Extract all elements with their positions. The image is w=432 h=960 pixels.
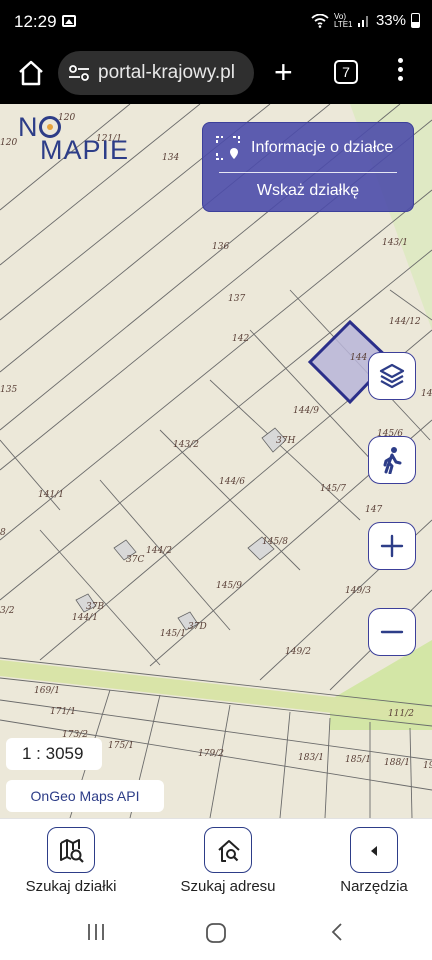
layers-icon — [379, 363, 405, 389]
divider — [219, 172, 397, 173]
parcel-select-icon — [216, 136, 240, 160]
parcel-label: 185/1 — [345, 755, 371, 765]
home-icon[interactable] — [16, 58, 46, 88]
parcel-label: 147 — [365, 505, 382, 515]
parcel-label: 8 — [0, 528, 6, 538]
parcel-label: 149/3 — [345, 586, 371, 596]
parcel-label: 142 — [232, 334, 249, 344]
parcel-label: 19 — [423, 761, 432, 771]
parcel-info-button[interactable]: Informacje o działce — [215, 135, 393, 161]
parcel-label: 144/9 — [293, 406, 319, 416]
url-text: portal-krajowy.pl — [98, 62, 235, 83]
parcel-label: 188/1 — [384, 758, 410, 768]
parcel-label: 135 — [0, 385, 17, 395]
parcel-label: 175/1 — [108, 741, 134, 751]
layers-button[interactable] — [368, 352, 416, 400]
parcel-info-title: Informacje o działce — [251, 139, 394, 156]
parcel-label: 149/2 — [285, 647, 311, 657]
parcel-label: 37H — [276, 436, 295, 446]
search-parcel-label: Szukaj działki — [25, 878, 117, 895]
status-indicators: Vo) LTE1 33% — [311, 12, 420, 29]
tools-button[interactable]: Narzędzia — [309, 827, 432, 895]
parcel-label: 37D — [188, 622, 207, 632]
back-nav-icon[interactable] — [328, 922, 348, 942]
plus-icon — [380, 534, 404, 558]
status-time: 12:29 — [14, 12, 57, 31]
image-notification-icon — [62, 15, 76, 27]
system-nav-bar — [0, 902, 432, 960]
parcel-info-panel: Informacje o działce Wskaż działkę — [202, 122, 414, 212]
point-parcel-button[interactable]: Wskaż działkę — [203, 182, 413, 200]
parcel-label: 111/2 — [388, 709, 414, 719]
home-nav-icon[interactable] — [205, 922, 227, 944]
tools-label: Narzędzia — [340, 878, 408, 895]
parcel-label: 171/1 — [50, 707, 76, 717]
recent-apps-icon[interactable] — [86, 922, 106, 942]
parcel-label: 37B — [86, 602, 104, 612]
parcel-label: 37C — [126, 555, 144, 565]
parcel-label: 145/9 — [216, 581, 242, 591]
site-settings-icon[interactable] — [68, 64, 90, 82]
zoom-out-button[interactable] — [368, 608, 416, 656]
map-search-icon — [60, 839, 84, 863]
parcel-label: 136 — [212, 242, 229, 252]
parcel-label: 145/1 — [160, 629, 186, 639]
parcel-label: 169/1 — [34, 686, 60, 696]
parcel-label: 144/6 — [219, 477, 245, 487]
street-view-button[interactable] — [368, 436, 416, 484]
parcel-label: 137 — [228, 294, 245, 304]
logo-pin-icon — [38, 116, 61, 138]
browser-menu-icon[interactable] — [398, 58, 406, 86]
parcel-label: 14 — [421, 389, 432, 399]
parcel-label: 179/2 — [198, 749, 224, 759]
wifi-icon — [311, 13, 329, 28]
minus-icon — [380, 630, 404, 634]
home-search-icon — [218, 840, 240, 862]
parcel-label: 120 — [0, 138, 17, 148]
logo-text-n: N — [18, 112, 39, 142]
parcel-label: 144/2 — [146, 546, 172, 556]
map-credit[interactable]: OnGeo Maps API — [6, 780, 164, 812]
parcel-label: 143/1 — [382, 238, 408, 248]
parcel-label: 144/12 — [389, 317, 421, 327]
signal-icon — [357, 15, 368, 27]
map-scale: 1 : 3059 — [6, 738, 102, 770]
status-bar: 12:29 Vo) LTE1 33% — [0, 0, 432, 44]
search-address-label: Szukaj adresu — [180, 878, 276, 895]
address-bar[interactable]: portal-krajowy.pl — [58, 51, 254, 95]
browser-toolbar: portal-krajowy.pl + 7 — [0, 44, 432, 104]
bottom-toolbar: Szukaj działki Szukaj adresu Narzędzia — [0, 818, 432, 902]
parcel-label: 145/8 — [262, 537, 288, 547]
search-parcel-button[interactable]: Szukaj działki — [6, 827, 136, 895]
walking-person-icon — [383, 447, 402, 474]
parcel-label: 141/1 — [38, 490, 64, 500]
new-tab-button[interactable]: + — [274, 52, 293, 92]
battery-percent: 33% — [375, 12, 406, 29]
tab-count-button[interactable]: 7 — [334, 60, 358, 84]
parcel-label: 145/7 — [320, 484, 346, 494]
parcel-label: 183/1 — [298, 753, 324, 763]
parcel-label: 144/1 — [72, 613, 98, 623]
chevron-left-icon — [371, 846, 377, 856]
search-address-button[interactable]: Szukaj adresu — [163, 827, 293, 895]
nomapie-logo: N MAPIE — [18, 112, 129, 166]
parcel-label: 143/2 — [173, 440, 199, 450]
network-label: Vo) LTE1 — [333, 11, 353, 29]
parcel-label: 134 — [162, 153, 179, 163]
battery-icon — [411, 13, 420, 28]
parcel-label: 144 — [350, 353, 367, 363]
zoom-in-button[interactable] — [368, 522, 416, 570]
parcel-label: 3/2 — [0, 606, 15, 616]
